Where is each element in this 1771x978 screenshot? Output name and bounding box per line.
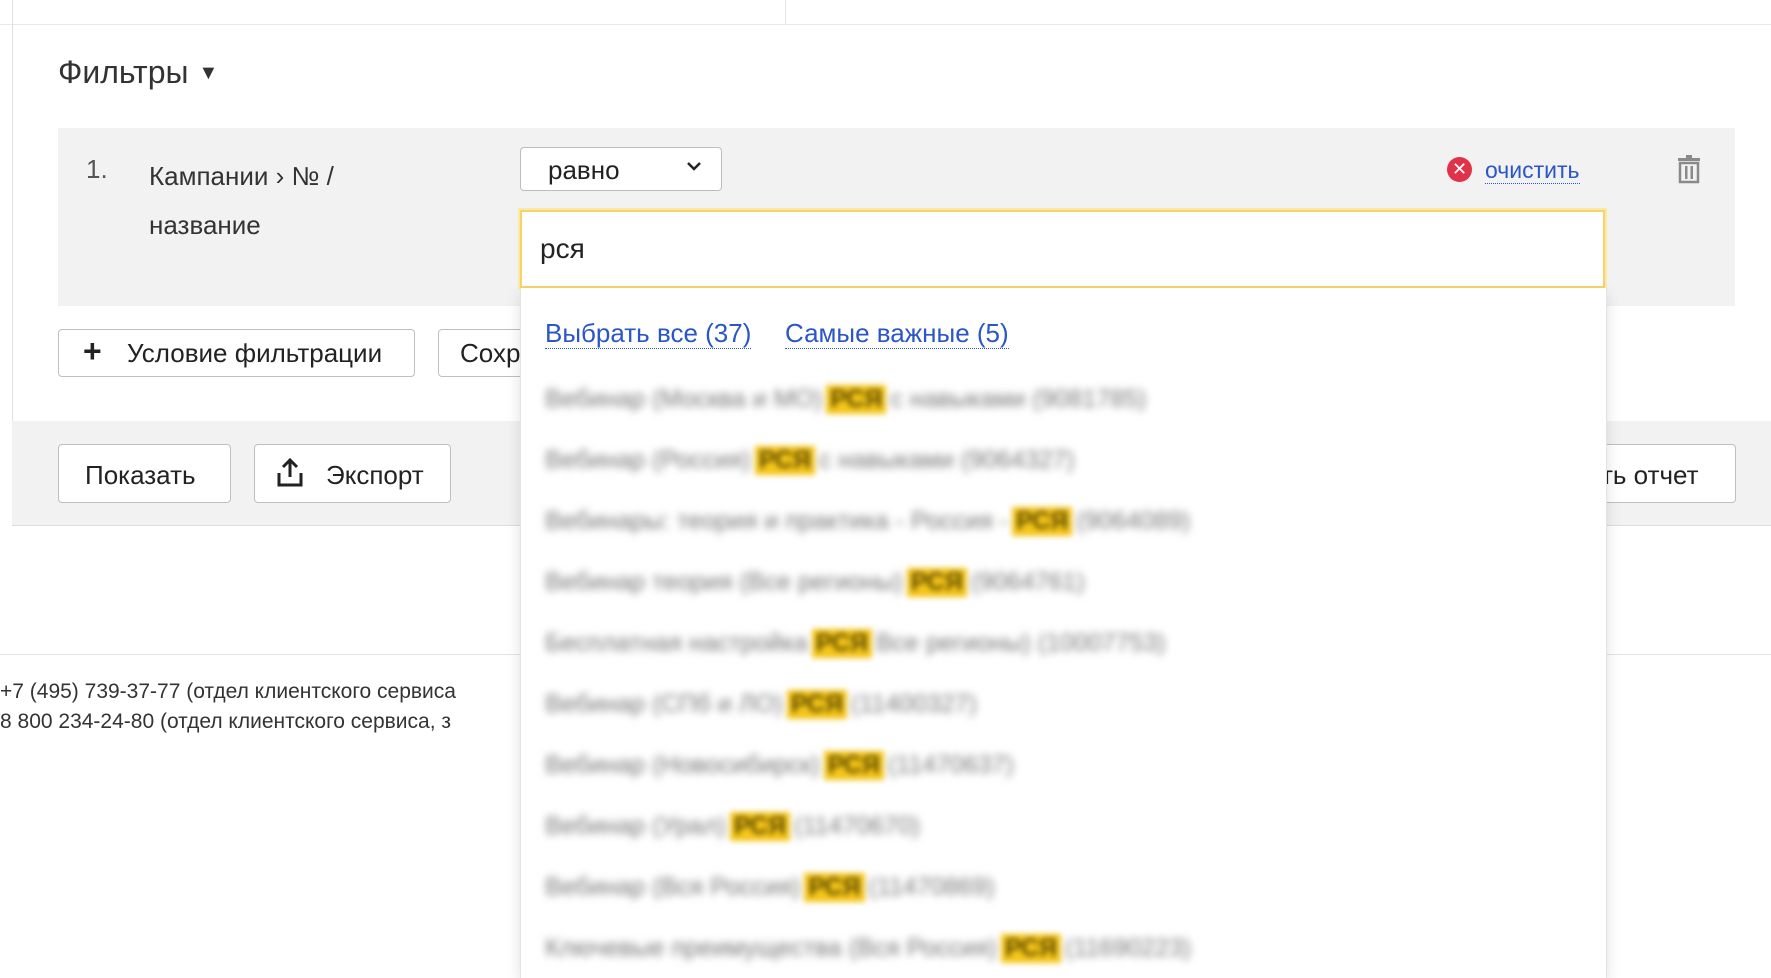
export-button[interactable]: Экспорт [254, 444, 451, 503]
suggestion-item[interactable]: Вебинар (Москва и МО) РСЯ с навыками (9081… [545, 384, 1146, 424]
suggestion-text-before: Вебинар (Урал) [545, 811, 726, 840]
export-icon [275, 457, 305, 489]
suggestion-item[interactable]: Вебинар (Россия) РСЯ с навыками (9064327) [545, 445, 1075, 485]
suggestion-text-after: (9064761) [970, 567, 1085, 596]
suggestion-item[interactable]: Вебинар (Урал) РСЯ (11470670) [545, 811, 920, 851]
add-condition-label: Условие фильтрации [127, 338, 383, 368]
suggestion-item[interactable]: Вебинары: теория и практика - Россия - РС… [545, 506, 1190, 546]
suggestion-text-after: с навыками (9064327) [818, 445, 1075, 474]
suggestion-match-highlight: РСЯ [1012, 506, 1073, 536]
save-report-label: ть отчет [1601, 460, 1699, 490]
suggestion-text-before: Вебинар (Россия) [545, 445, 751, 474]
triangle-down-icon: ▼ [198, 62, 219, 84]
select-all-link[interactable]: Выбрать все (37) [545, 318, 752, 349]
filter-field-name: Кампании › № / название [149, 152, 389, 250]
filter-search-input[interactable] [520, 210, 1605, 288]
suggestion-text-after: (11470670) [794, 811, 921, 840]
suggestion-match-highlight: РСЯ [906, 567, 967, 597]
suggestion-item[interactable]: Ключевые преимущества (Вся Россия) РСЯ (11… [545, 933, 1191, 973]
top-divider-line [0, 24, 1771, 25]
suggestion-match-highlight: РСЯ [826, 384, 887, 414]
suggestion-item[interactable]: Вебинар (Новосибирск) РСЯ (11470637) [545, 750, 1014, 790]
suggestion-text-after: (9064089) [1076, 506, 1191, 535]
suggestion-text-before: Вебинар теория (Все регионы) [545, 567, 903, 596]
export-button-label: Экспорт [326, 460, 424, 490]
plus-icon: + [83, 333, 102, 369]
suggestion-text-before: Вебинары: теория и практика - Россия - [545, 506, 1009, 535]
footer-phone-1: +7 (495) 739-37-77 (отдел клиентского се… [0, 680, 456, 703]
suggestion-text-after: (11400327) [850, 689, 977, 718]
suggestion-item[interactable]: Вебинар (Вся Россия) РСЯ (11470869) [545, 872, 995, 912]
operator-select-value: равно [548, 155, 620, 185]
suggestion-match-highlight: РСЯ [811, 628, 872, 658]
most-important-link[interactable]: Самые важные (5) [785, 318, 1009, 349]
suggestion-match-highlight: РСЯ [786, 689, 847, 719]
top-column-divider [785, 0, 786, 24]
footer-phone-2: 8 800 234-24-80 (отдел клиентского серви… [0, 710, 452, 733]
suggestion-text-after: Все регионы) (10007753) [875, 628, 1166, 657]
filters-title: Фильтры [58, 54, 189, 90]
filters-toggle[interactable]: Фильтры ▼ [58, 54, 218, 91]
suggestion-text-before: Вебинар (Москва и МО) [545, 384, 823, 413]
clear-link[interactable]: очистить [1485, 157, 1580, 184]
operator-select[interactable]: равно [520, 147, 722, 191]
suggestion-match-highlight: РСЯ [1000, 933, 1062, 963]
save-filter-label: Сохр [460, 338, 521, 368]
suggestion-text-before: Вебинар (СПб и ЛО) [545, 689, 783, 718]
suggestion-match-highlight: РСЯ [729, 811, 791, 841]
show-button-label: Показать [85, 460, 196, 490]
suggestion-text-after: (11690223) [1065, 933, 1192, 962]
suggestion-text-before: Вебинар (Вся Россия) [545, 872, 801, 901]
suggestion-item[interactable]: Вебинар (СПб и ЛО) РСЯ (11400327) [545, 689, 977, 729]
filter-row-index: 1. [86, 154, 108, 184]
suggestion-text-after: (11470637) [887, 750, 1014, 779]
suggestion-text-after: с навыками (9081785) [890, 384, 1147, 413]
suggestion-item[interactable]: Вебинар теория (Все регионы) РСЯ (9064761) [545, 567, 1085, 607]
filter-field-line1: Кампании › № / [149, 161, 334, 191]
suggestion-text-after: (11470869) [868, 872, 995, 901]
suggestion-text-before: Вебинар (Новосибирск) [545, 750, 820, 779]
add-condition-button[interactable]: + Условие фильтрации [58, 329, 415, 377]
filter-field-line2: название [149, 210, 261, 240]
suggestions-dropdown: Выбрать все (37) Самые важные (5) Вебина… [520, 288, 1607, 978]
suggestion-match-highlight: РСЯ [823, 750, 884, 780]
suggestion-text-before: Ключевые преимущества (Вся Россия) [545, 933, 997, 962]
suggestion-text-before: Бесплатная настройка [545, 628, 808, 657]
trash-icon[interactable] [1677, 154, 1701, 184]
show-button[interactable]: Показать [58, 444, 231, 503]
suggestion-item[interactable]: Бесплатная настройка РСЯ Все регионы) (100… [545, 628, 1166, 668]
chevron-down-icon [685, 156, 703, 179]
suggestion-match-highlight: РСЯ [804, 872, 865, 902]
clear-x-icon[interactable]: ✕ [1447, 157, 1472, 182]
suggestion-match-highlight: РСЯ [754, 445, 815, 475]
